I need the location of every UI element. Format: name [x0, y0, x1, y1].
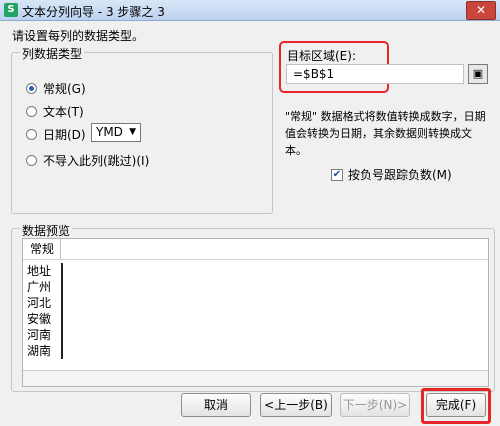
preview-cell: 安徽 — [27, 312, 52, 326]
radio-skip[interactable]: 不导入此列(跳过)(I) — [26, 152, 149, 169]
radio-date[interactable]: 日期(D) — [26, 126, 86, 143]
horizontal-scrollbar[interactable] — [23, 370, 488, 386]
format-description: "常规" 数据格式将数值转换成数字，日期值会转换为日期，其余数据则转换成文本。 — [285, 110, 486, 157]
radio-general-button[interactable] — [26, 83, 37, 94]
date-format-select[interactable]: YMD ▼ — [91, 123, 141, 142]
close-button[interactable]: ✕ — [466, 1, 496, 20]
negative-checkbox-label: 按负号跟踪负数(M) — [348, 168, 452, 182]
instruction-text: 请设置每列的数据类型。 — [12, 29, 145, 43]
preview-cell: 广州 — [27, 280, 52, 294]
range-picker-icon[interactable]: ▣ — [468, 64, 488, 84]
radio-skip-button[interactable] — [26, 155, 37, 166]
preview-header-row: 常规 — [23, 239, 488, 260]
preview-cell: 湖南 — [27, 344, 52, 358]
finish-button-highlight — [421, 388, 491, 424]
target-area-label: 目标区域(E): — [287, 49, 356, 63]
radio-text[interactable]: 文本(T) — [26, 103, 84, 120]
radio-text-label: 文本(T) — [43, 105, 84, 119]
back-button[interactable]: <上一步(B) — [260, 393, 332, 417]
negative-checkbox[interactable]: ✔ — [331, 168, 343, 181]
preview-cell: 河北 — [27, 296, 52, 310]
radio-date-label: 日期(D) — [43, 128, 86, 142]
title-bar: S 文本分列向导 - 3 步骤之 3 ✕ — [0, 0, 500, 21]
preview-cell: 河南 — [27, 328, 52, 342]
radio-general-label: 常规(G) — [43, 82, 86, 96]
next-button[interactable]: 下一步(N)> — [340, 393, 410, 417]
preview-column: 地址 广州 河北 安徽 河南 湖南 — [23, 263, 63, 359]
radio-text-button[interactable] — [26, 106, 37, 117]
radio-date-button[interactable] — [26, 129, 37, 140]
preview-cell: 地址 — [27, 264, 52, 278]
preview-legend: 数据预览 — [20, 222, 73, 239]
cancel-button[interactable]: 取消 — [181, 393, 251, 417]
radio-general[interactable]: 常规(G) — [26, 80, 86, 97]
radio-skip-label: 不导入此列(跳过)(I) — [43, 154, 150, 168]
preview-grid[interactable]: 常规 地址 广州 河北 安徽 河南 湖南 — [22, 238, 489, 387]
wps-app-icon: S — [4, 3, 18, 17]
date-format-value: YMD — [96, 125, 123, 139]
column-type-legend: 列数据类型 — [20, 45, 85, 62]
target-area-input[interactable]: =$B$1 — [286, 64, 464, 84]
preview-column-header[interactable]: 常规 — [23, 239, 61, 259]
window-title: 文本分列向导 - 3 步骤之 3 — [22, 5, 165, 19]
negative-checkbox-row[interactable]: ✔ 按负号跟踪负数(M) — [331, 166, 452, 183]
dropdown-arrow-icon: ▼ — [129, 127, 136, 137]
